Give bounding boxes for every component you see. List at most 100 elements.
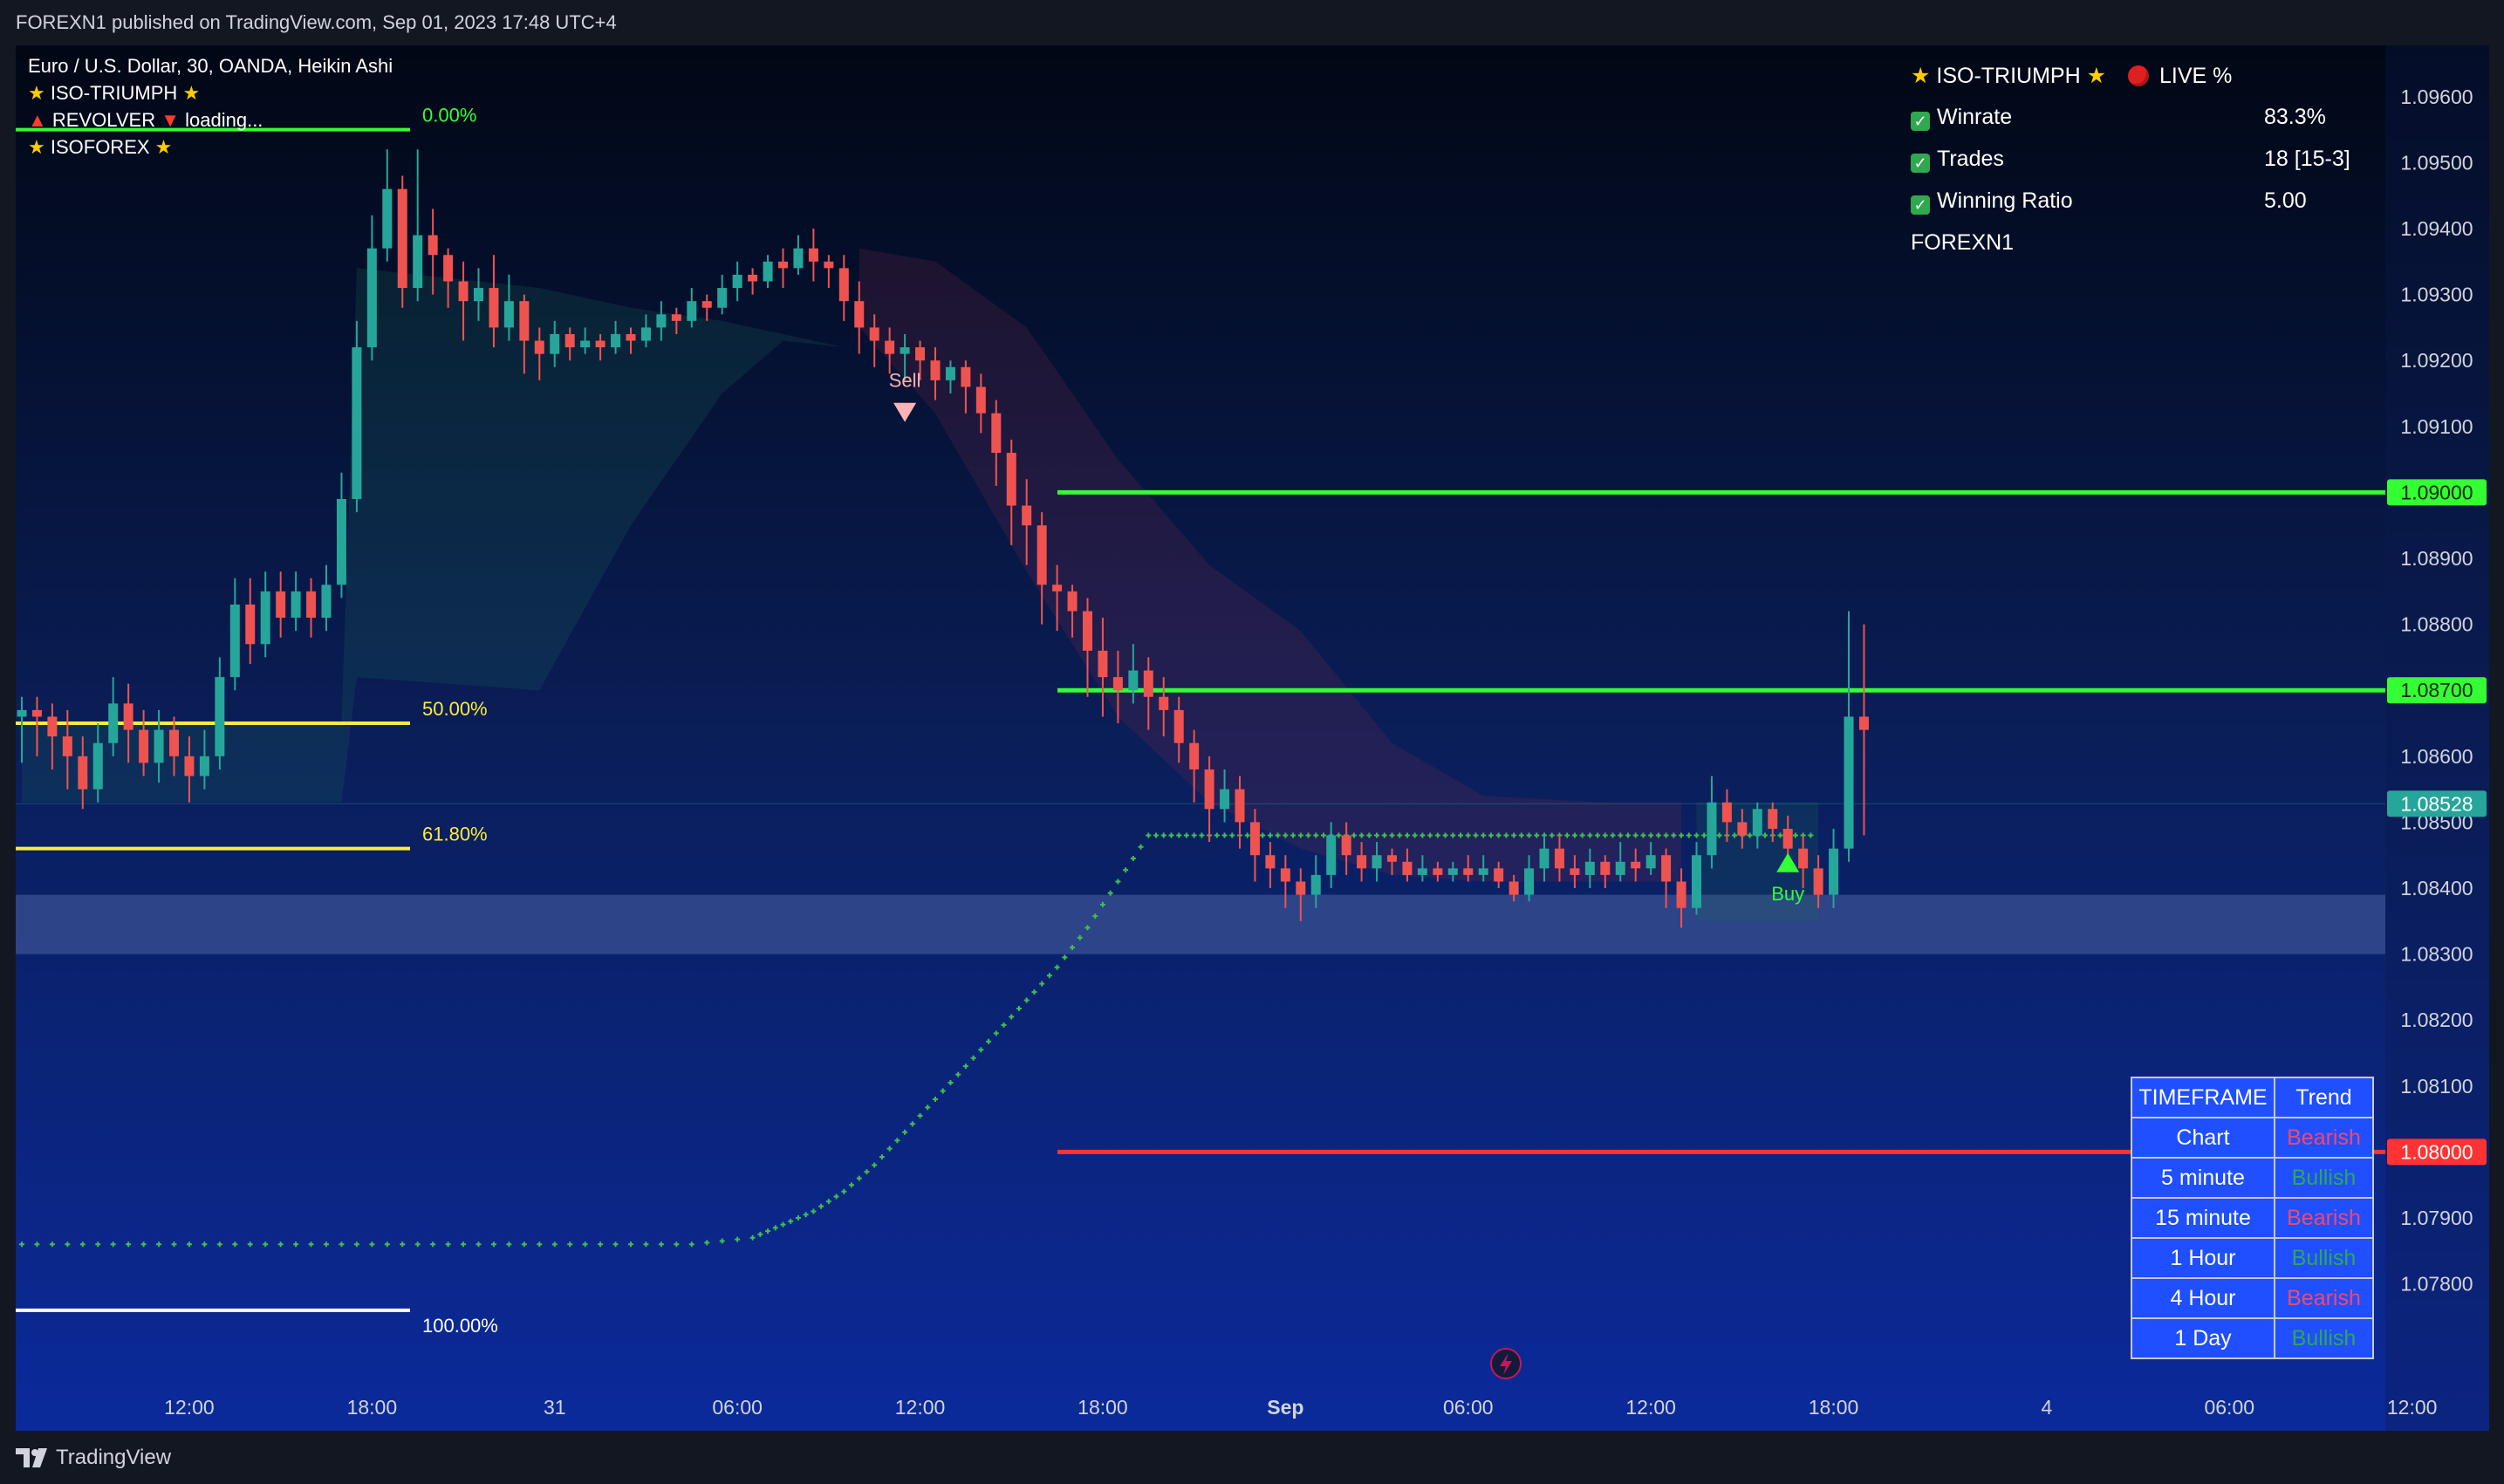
candle-body [1326, 835, 1337, 875]
candle-body [1433, 868, 1443, 875]
fib-label: 61.80% [422, 824, 488, 845]
fib-label: 100.00% [422, 1315, 498, 1337]
candle-body [503, 301, 514, 328]
price-tick-label: 1.08900 [2400, 547, 2473, 570]
star-icon: ★ [182, 82, 201, 104]
triangle-down-icon: ▼ [161, 109, 180, 131]
candle-body [626, 333, 636, 341]
candle-body [1692, 855, 1701, 908]
legend-indicator-isoforex[interactable]: ★ ISOFOREX ★ [28, 133, 393, 161]
live-dot-icon [2127, 65, 2149, 86]
candle-body [1265, 855, 1276, 869]
candle-body [991, 413, 1002, 454]
timeframe-trend-table: TIMEFRAME Trend Chart Bearish 5 minute Bul… [2131, 1077, 2374, 1359]
check-icon: ✓ [1911, 112, 1930, 131]
indicator-status: loading... [185, 109, 263, 131]
candle-body [1478, 868, 1488, 875]
check-icon: ✓ [1911, 195, 1930, 215]
stats-row-winrate: ✓ Winrate 83.3% [1911, 105, 2326, 147]
candle-body [428, 235, 438, 256]
timeframe-cell: 5 minute [2131, 1157, 2275, 1199]
price-tick-label: 1.08400 [2400, 877, 2473, 899]
candle-body [397, 188, 407, 289]
stats-author-row: FOREXN1 [1911, 230, 2232, 272]
time-tick-label: 12:00 [1625, 1396, 1676, 1419]
price-tick-label: 1.08600 [2400, 745, 2473, 768]
candle-body [260, 591, 270, 645]
triangle-up-icon: ▲ [28, 109, 47, 131]
candle-body [838, 268, 849, 302]
candle-body [169, 729, 179, 756]
time-tick-label: 12:00 [2387, 1396, 2438, 1419]
candle-body [1006, 453, 1016, 506]
candle-body [321, 585, 332, 619]
flash-icon[interactable] [1490, 1348, 1522, 1379]
candle-body [1372, 855, 1382, 869]
legend-indicator-triumph[interactable]: ★ ISO-TRIUMPH ★ [28, 79, 393, 106]
candle-body [930, 360, 941, 380]
star-icon: ★ [154, 136, 173, 158]
time-tick-label: 31 [544, 1396, 566, 1419]
table-row: 4 Hour Bearish [2131, 1277, 2374, 1319]
price-tick-label: 1.07900 [2400, 1207, 2473, 1229]
stats-value: 5.00 [2264, 188, 2307, 213]
candle-body [1858, 716, 1869, 730]
brand-name: TradingView [56, 1446, 172, 1469]
candle-body [291, 591, 301, 619]
candle-body [1235, 789, 1245, 823]
candle-body [1782, 828, 1793, 849]
time-tick-label: Sep [1267, 1396, 1303, 1419]
buy-signal-label: Buy [1771, 883, 1804, 905]
candle-body [413, 235, 423, 289]
candle-body [748, 274, 758, 282]
candle-body [1128, 670, 1139, 691]
candle-body [717, 288, 728, 308]
timeframe-cell: Chart [2131, 1117, 2275, 1159]
indicator-name: ISOFOREX [50, 136, 150, 158]
trend-cell: Bearish [2274, 1117, 2374, 1159]
live-label: LIVE % [2159, 64, 2233, 88]
legend-indicator-revolver[interactable]: ▲ REVOLVER ▼ loading... [28, 106, 393, 133]
candle-body [336, 498, 346, 585]
sell-signal-label: Sell [889, 370, 921, 392]
candle-body [31, 709, 42, 717]
candle-body [1022, 505, 1032, 526]
tradingview-logo[interactable]: TradingView [16, 1446, 171, 1470]
candle-body [701, 301, 712, 308]
fib-label: 0.00% [422, 105, 476, 127]
candle-body [1539, 848, 1550, 869]
candle-body [671, 314, 681, 321]
indicator-name: ISO-TRIUMPH [50, 82, 178, 104]
legend-symbol[interactable]: Euro / U.S. Dollar, 30, OANDA, Heikin As… [28, 52, 393, 79]
candle-body [945, 366, 955, 380]
candle-body [443, 255, 454, 282]
footer-bar: TradingView [0, 1431, 2504, 1484]
candle-body [1204, 769, 1214, 810]
candle-body [640, 327, 651, 341]
publish-bar: FOREXN1 published on TradingView.com, Se… [0, 0, 2504, 45]
candle-body [1341, 835, 1351, 856]
candle-body [1387, 855, 1397, 862]
time-tick-label: 18:00 [347, 1396, 398, 1419]
candle-body [1463, 868, 1474, 875]
table-row: 1 Hour Bullish [2131, 1237, 2374, 1279]
candle-body [1296, 881, 1306, 895]
candle-body [1752, 809, 1762, 836]
symbol-text: Euro / U.S. Dollar, 30, OANDA, Heikin As… [28, 55, 393, 77]
candle-body [1676, 881, 1686, 908]
sl-price-badge-text: 1.08000 [2400, 1140, 2473, 1163]
tv-logo-icon [16, 1448, 47, 1467]
star-icon: ★ [2086, 64, 2107, 88]
stats-value: 18 [15-3] [2264, 147, 2350, 171]
candle-body [17, 709, 27, 717]
star-icon: ★ [28, 82, 45, 104]
trend-cell: Bullish [2274, 1317, 2374, 1359]
candle-body [306, 591, 317, 619]
candle-body [458, 281, 469, 302]
candle-body [1829, 848, 1839, 895]
candle-body [489, 288, 499, 328]
candle-body [474, 288, 483, 302]
candle-body [1570, 868, 1580, 875]
candle-body [1036, 525, 1047, 585]
support-zone [16, 894, 2385, 954]
